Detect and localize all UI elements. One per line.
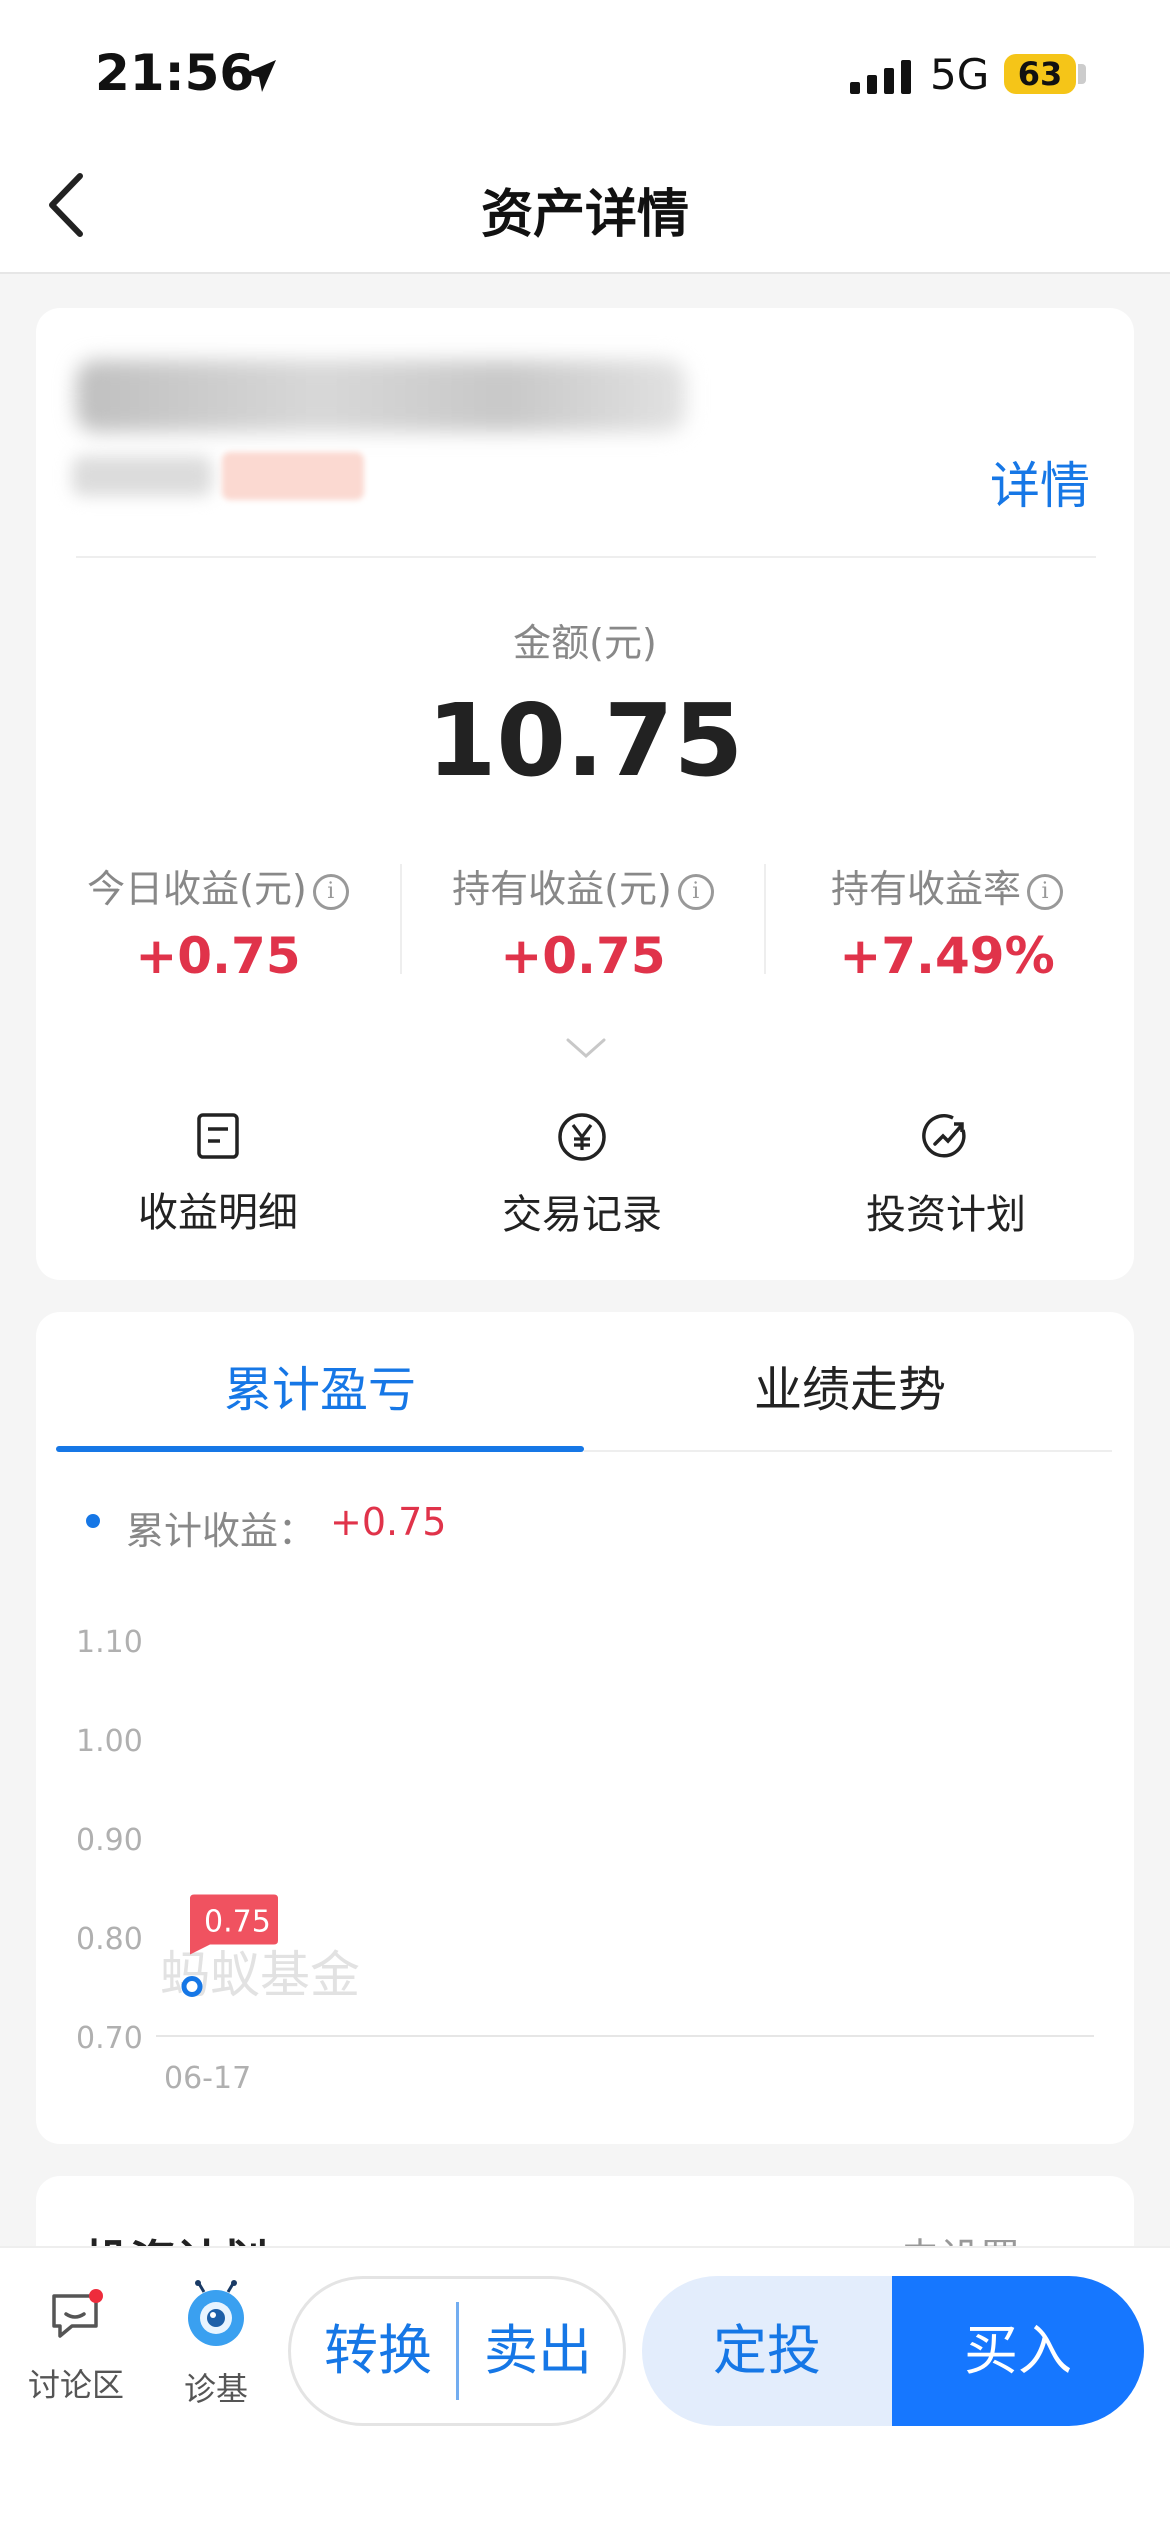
discussion-label: 讨论区 [27, 2366, 124, 2404]
network-type: 5G [930, 50, 990, 99]
amount-value: 10.75 [426, 682, 744, 799]
trend-circle-icon [922, 1114, 966, 1158]
diagnose-label: 诊基 [183, 2370, 248, 2408]
detail-link[interactable]: 详情 [990, 446, 1090, 518]
buy-button[interactable]: 买入 [892, 2276, 1144, 2426]
stat-holding-rate: 持有收益率 i +7.49% [782, 858, 1112, 985]
action-label: 投资计划 [866, 1192, 1026, 1238]
chat-bubble-icon [52, 2289, 103, 2338]
ant-mascot-icon [188, 2280, 244, 2346]
cellular-signal-icon [850, 60, 911, 94]
tab-divider [584, 1450, 1112, 1452]
location-arrow-icon [244, 60, 276, 92]
expand-chevron-icon[interactable] [566, 1036, 606, 1060]
stat-label: 持有收益率 [830, 867, 1021, 911]
action-income-detail[interactable]: 收益明细 [68, 1112, 368, 1238]
battery-tip [1078, 64, 1086, 84]
stat-today-profit: 今日收益(元) i +0.75 [53, 858, 383, 985]
action-transaction-record[interactable]: 交易记录 [432, 1112, 732, 1240]
convert-button[interactable]: 转换 [300, 2276, 456, 2426]
stat-holding-profit: 持有收益(元) i +0.75 [418, 858, 748, 985]
tab-performance-trend[interactable]: 业绩走势 [590, 1350, 1110, 1420]
info-icon[interactable]: i [312, 873, 349, 910]
yen-circle-icon [558, 1113, 606, 1161]
stat-divider [400, 864, 402, 974]
risk-badge-redacted [222, 452, 364, 500]
y-tick-label: 1.00 [76, 1724, 143, 1759]
button-separator [456, 2302, 459, 2400]
y-tick-label: 0.70 [76, 2021, 143, 2056]
fund-name-redacted [76, 360, 686, 432]
legend-value: +0.75 [330, 1500, 447, 1544]
legend-dot [86, 1514, 100, 1528]
cumulative-pnl-chart: 蚂蚁基金1.101.000.900.800.7006-170.75 [76, 1625, 1094, 2096]
legend-label: 累计收益： [126, 1509, 317, 1553]
action-label: 收益明细 [138, 1190, 298, 1236]
discussion-button[interactable]: 讨论区 [16, 2286, 136, 2406]
data-point [181, 1976, 203, 1997]
stat-label: 持有收益(元) [452, 867, 672, 911]
page-title: 资产详情 [480, 185, 689, 245]
info-icon[interactable]: i [1027, 873, 1063, 910]
stat-value: +0.75 [135, 927, 301, 985]
sell-button[interactable]: 卖出 [460, 2276, 616, 2426]
amount-label: 金额(元) [513, 621, 657, 665]
divider [76, 556, 1096, 558]
tab-cumulative-pnl[interactable]: 累计盈亏 [60, 1350, 580, 1420]
fund-code-redacted [72, 456, 212, 496]
y-tick-label: 0.80 [76, 1922, 143, 1957]
stat-value: +7.49% [839, 927, 1055, 985]
data-label: 0.75 [204, 1905, 271, 1940]
stat-value: +0.75 [500, 927, 666, 985]
action-investment-plan[interactable]: 投资计划 [796, 1112, 1096, 1240]
action-label: 交易记录 [502, 1192, 662, 1238]
tab-active-indicator [56, 1446, 584, 1452]
y-tick-label: 0.90 [76, 1823, 143, 1858]
document-icon [197, 1113, 239, 1159]
info-icon[interactable]: i [677, 873, 714, 910]
auto-invest-button[interactable]: 定投 [642, 2276, 892, 2426]
y-tick-label: 1.10 [76, 1625, 143, 1660]
stat-divider [764, 864, 766, 974]
stat-label: 今日收益(元) [87, 867, 307, 911]
x-tick-label: 06-17 [164, 2061, 251, 2096]
status-time: 21:56 [95, 44, 255, 102]
diagnose-button[interactable]: 诊基 [156, 2280, 276, 2410]
battery-level: 63 [1017, 55, 1063, 93]
